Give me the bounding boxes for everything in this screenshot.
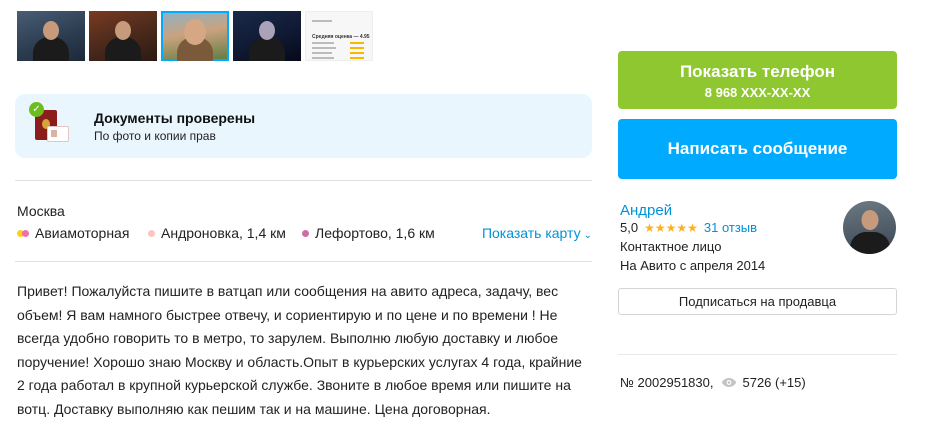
person-head: [259, 21, 275, 40]
metro-station-label: Авиамоторная: [35, 225, 130, 241]
rating-card-stars: [350, 52, 364, 54]
license-icon: [47, 126, 69, 142]
documents-subtitle: По фото и копии прав: [94, 129, 216, 143]
show-map-label: Показать карту: [481, 225, 581, 241]
metro-stations: Авиамоторная Андроновка, 1,4 км Лефортов…: [17, 225, 592, 243]
metro-line-dots-icon: [17, 229, 29, 237]
thumbnail-photo-4[interactable]: [233, 11, 301, 61]
person-head: [43, 21, 59, 40]
show-phone-label: Показать телефон: [679, 62, 836, 81]
chevron-down-icon: ⌄: [583, 230, 592, 241]
ad-description: Привет! Пожалуйста пишите в ватцап или с…: [17, 283, 582, 417]
documents-icon: ✓: [29, 102, 69, 150]
metro-line-dot-icon: [302, 229, 309, 237]
subscribe-seller-button[interactable]: Подписаться на продавца: [618, 288, 897, 315]
view-count: 5726 (+15): [742, 375, 806, 390]
documents-title: Документы проверены: [94, 110, 256, 126]
rating-card-line: [312, 42, 334, 44]
person-silhouette: [849, 232, 890, 254]
divider: [15, 261, 592, 262]
rating-card-stars: [350, 57, 364, 59]
ad-number: № 2002951830,: [620, 375, 714, 390]
person-silhouette: [249, 37, 285, 61]
seller-avatar[interactable]: [843, 201, 896, 254]
metro-line-dot-icon: [148, 229, 155, 237]
rating-card-stars: [350, 42, 364, 44]
metro-station-2: Андроновка, 1,4 км: [148, 225, 286, 241]
rating-card-line: [312, 47, 336, 49]
person-head: [861, 210, 878, 230]
eye-icon: [722, 378, 737, 387]
star-rating-icon: ★★★★★: [644, 220, 698, 235]
thumbnail-photo-3[interactable]: [161, 11, 229, 61]
seller-role: Контактное лицо: [620, 239, 722, 254]
city: Москва: [17, 203, 65, 219]
reviews-link[interactable]: 31 отзыв: [704, 220, 757, 235]
metro-station-1: Авиамоторная: [17, 225, 129, 241]
thumbnail-photo-1[interactable]: [17, 11, 85, 61]
write-message-button[interactable]: Написать сообщение: [618, 119, 897, 179]
seller-name-link[interactable]: Андрей: [620, 202, 672, 219]
seller-since: На Авито с апреля 2014: [620, 258, 766, 273]
show-phone-button[interactable]: Показать телефон 8 968 XXX-XX-XX: [618, 51, 897, 109]
photo-gallery: Средняя оценка — 4.95: [17, 11, 373, 61]
person-head: [184, 19, 206, 45]
show-map-link[interactable]: Показать карту ⌄: [482, 225, 592, 241]
person-silhouette: [105, 37, 141, 61]
divider: [15, 180, 592, 181]
rating-card-line: [312, 57, 334, 59]
metro-station-label: Лефортово, 1,6 км: [315, 225, 435, 241]
rating-card-line: [312, 52, 332, 54]
checkmark-icon: ✓: [29, 102, 44, 117]
ad-stats: № 2002951830, 5726 (+15): [620, 375, 806, 390]
thumbnail-photo-2[interactable]: [89, 11, 157, 61]
rating-card-line: [312, 20, 332, 22]
phone-number-masked: 8 968 XXX-XX-XX: [704, 85, 811, 100]
person-silhouette: [33, 37, 69, 61]
person-head: [115, 21, 131, 40]
rating-card-stars: [350, 47, 364, 49]
rating-card-title: Средняя оценка — 4.95: [312, 34, 370, 40]
documents-verified-banner: ✓ Документы проверены По фото и копии пр…: [15, 94, 592, 158]
metro-station-label: Андроновка, 1,4 км: [161, 225, 286, 241]
thumbnail-rating-card[interactable]: Средняя оценка — 4.95: [305, 11, 373, 61]
rating-value: 5,0: [620, 220, 639, 235]
seller-rating: 5,0 ★★★★★ 31 отзыв: [620, 220, 757, 235]
divider: [618, 354, 897, 355]
metro-station-3: Лефортово, 1,6 км: [302, 225, 435, 241]
